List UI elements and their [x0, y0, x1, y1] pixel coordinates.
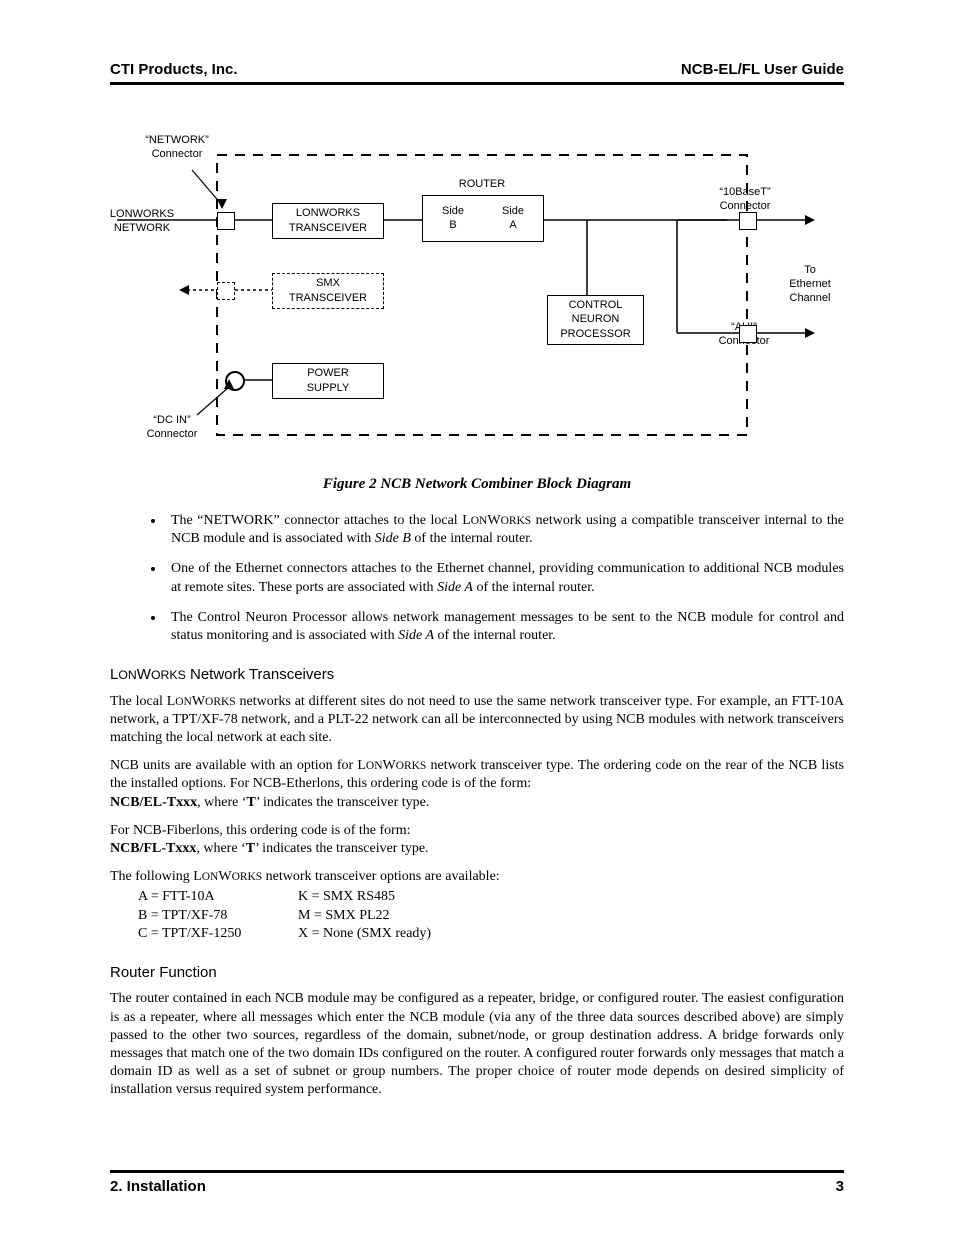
ordering-code-line: NCB/EL-Txxx, where ‘T’ indicates the tra…: [110, 794, 844, 812]
ordering-code-line: NCB/FL-Txxx, where ‘T’ indicates the tra…: [110, 840, 844, 858]
page-footer: 2. Installation 3: [110, 1170, 844, 1197]
box-smx-transceiver: SMX TRANSCEIVER: [272, 273, 384, 309]
connector-aui-square: [739, 325, 757, 343]
footer-right: 3: [836, 1177, 844, 1197]
label-dc-in: “DC IN” Connector: [127, 413, 217, 442]
bullet-list: The “NETWORK” connector attaches to the …: [110, 512, 844, 645]
label-to-ethernet: To Ethernet Channel: [775, 263, 845, 306]
paragraph: For NCB-Fiberlons, this ordering code is…: [110, 822, 844, 840]
bullet-item: The Control Neuron Processor allows netw…: [165, 609, 844, 645]
header-right: NCB-EL/FL User Guide: [681, 60, 844, 80]
paragraph: The local LONWORKS networks at different…: [110, 693, 844, 748]
label-lonworks-network: LONWORKS NETWORK: [97, 207, 187, 236]
figure-caption: Figure 2 NCB Network Combiner Block Diag…: [110, 475, 844, 495]
diagram-wires: [117, 115, 837, 445]
arrow-icon: [805, 215, 815, 225]
options-row: A = FTT-10AK = SMX RS485: [138, 888, 844, 906]
section-heading-router: Router Function: [110, 963, 844, 983]
label-10baset: “10BaseT” Connector: [705, 185, 785, 214]
label-side-b: Side B: [423, 204, 483, 233]
arrow-icon: [224, 379, 234, 389]
paragraph: NCB units are available with an option f…: [110, 757, 844, 793]
header-left: CTI Products, Inc.: [110, 60, 238, 80]
paragraph: The following LONWORKS network transceiv…: [110, 868, 844, 886]
options-row: C = TPT/XF-1250X = None (SMX ready): [138, 925, 844, 943]
connector-network-square: [217, 212, 235, 230]
box-lonworks-transceiver: LONWORKS TRANSCEIVER: [272, 203, 384, 239]
page-header: CTI Products, Inc. NCB-EL/FL User Guide: [110, 60, 844, 85]
block-diagram: “NETWORK” Connector LONWORKS NETWORK “DC…: [117, 115, 837, 445]
arrow-icon: [217, 199, 227, 209]
label-side-a: Side A: [483, 204, 543, 233]
footer-left: 2. Installation: [110, 1177, 206, 1197]
box-router: Side B Side A: [422, 195, 544, 242]
section-heading-transceivers: LONWORKS Network Transceivers: [110, 665, 844, 685]
arrow-icon: [179, 285, 189, 295]
box-power-supply: POWER SUPPLY: [272, 363, 384, 399]
bullet-item: The “NETWORK” connector attaches to the …: [165, 512, 844, 548]
paragraph: The router contained in each NCB module …: [110, 990, 844, 1099]
options-row: B = TPT/XF-78M = SMX PL22: [138, 907, 844, 925]
label-router: ROUTER: [437, 177, 527, 191]
connector-smx-square: [217, 282, 235, 300]
arrow-icon: [805, 328, 815, 338]
bullet-item: One of the Ethernet connectors attaches …: [165, 560, 844, 596]
box-control-neuron: CONTROL NEURON PROCESSOR: [547, 295, 644, 345]
connector-10baset-square: [739, 212, 757, 230]
label-network-connector: “NETWORK” Connector: [117, 133, 237, 162]
